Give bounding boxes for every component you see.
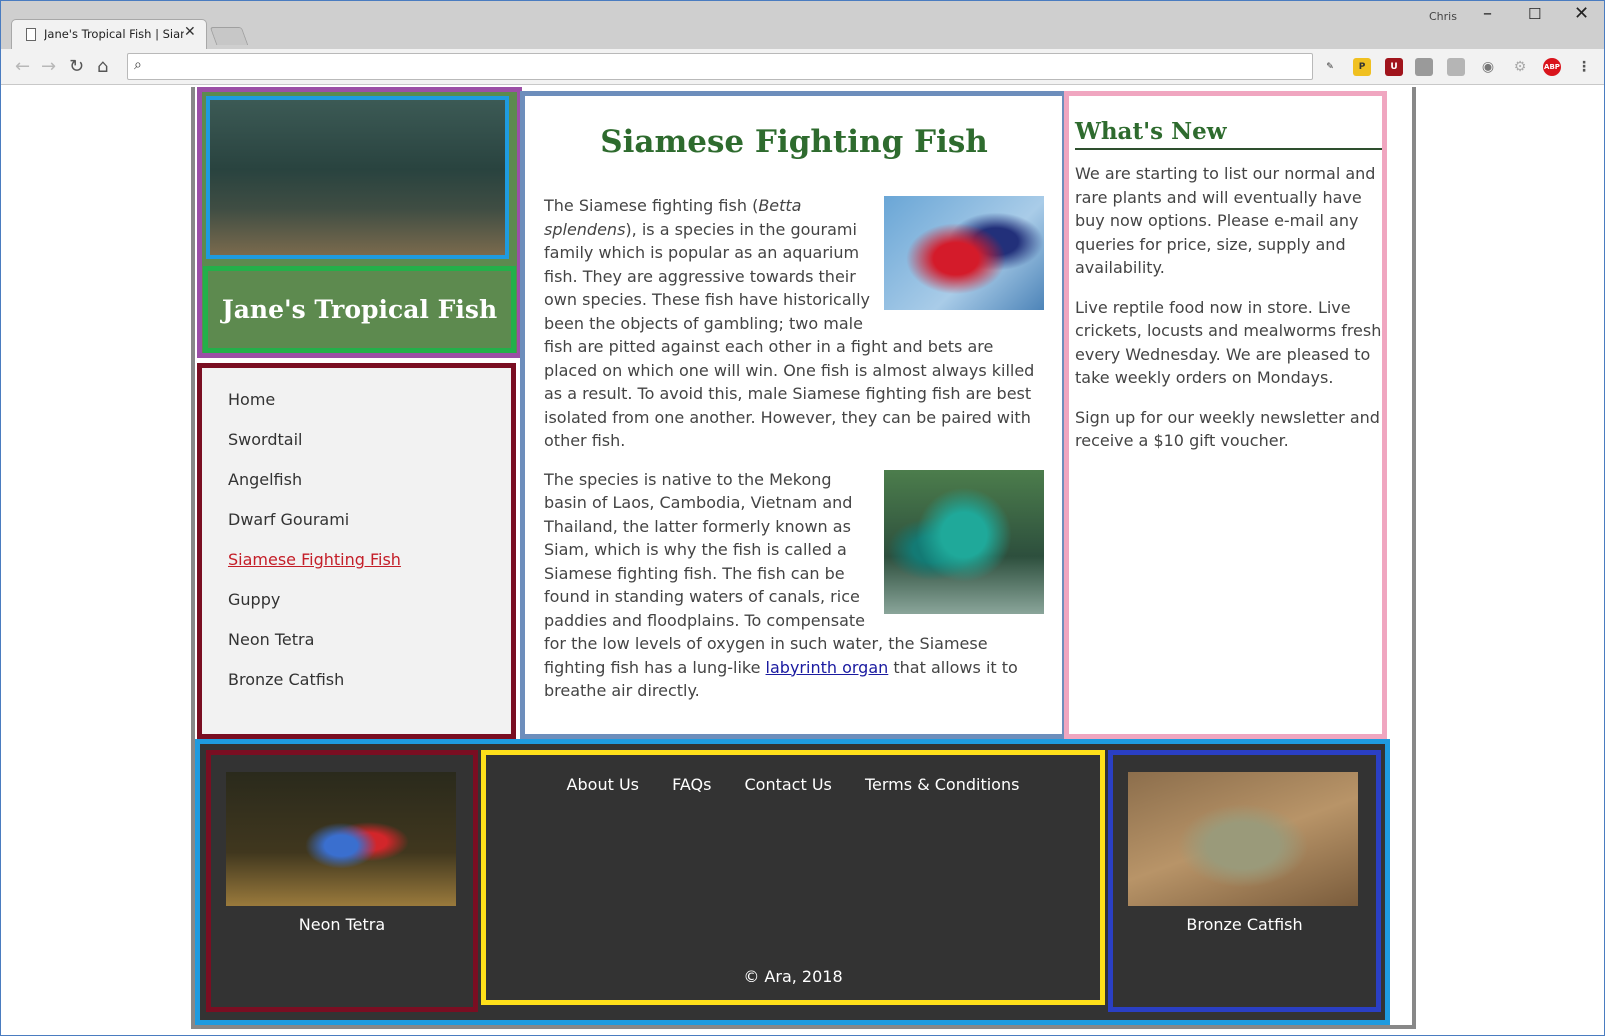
nav-item-dwarf-gourami[interactable]: Dwarf Gourami xyxy=(228,510,511,550)
page-container: Jane's Tropical Fish Home Swordtail Ange… xyxy=(191,87,1416,1029)
close-window-icon[interactable]: ✕ xyxy=(1574,3,1589,24)
nav-item-bronze-catfish[interactable]: Bronze Catfish xyxy=(228,670,511,710)
footer-links-panel: About Us FAQs Contact Us Terms & Conditi… xyxy=(481,750,1105,1005)
back-icon[interactable]: ← xyxy=(15,56,30,77)
neon-tetra-image[interactable] xyxy=(226,772,456,906)
aquarium-hero-image xyxy=(206,96,509,259)
page-icon xyxy=(26,28,36,41)
extension-icon[interactable] xyxy=(1415,58,1433,76)
nav-item-home[interactable]: Home xyxy=(228,390,511,430)
footer-links: About Us FAQs Contact Us Terms & Conditi… xyxy=(486,775,1100,794)
ublock-icon[interactable]: U xyxy=(1385,58,1403,76)
menu-icon[interactable]: ⋮ xyxy=(1575,58,1593,76)
address-bar[interactable]: ⌕ xyxy=(127,53,1313,80)
site-title: Jane's Tropical Fish xyxy=(221,295,498,324)
eyedropper-icon[interactable]: ✎ xyxy=(1321,58,1339,76)
footer-featured-right: Bronze Catfish xyxy=(1108,750,1381,1012)
browser-tab[interactable]: Jane's Tropical Fish | Siamese Fighting … xyxy=(11,19,207,49)
browser-titlebar: Jane's Tropical Fish | Siamese Fighting … xyxy=(1,1,1604,49)
bronze-catfish-caption: Bronze Catfish xyxy=(1186,915,1303,934)
forward-icon[interactable]: → xyxy=(41,56,56,77)
teal-betta-image xyxy=(884,469,1044,614)
about-us-link[interactable]: About Us xyxy=(567,775,639,794)
tab-title: Jane's Tropical Fish | Siamese Fighting … xyxy=(44,27,184,41)
bronze-catfish-image[interactable] xyxy=(1128,772,1358,906)
paragraph-text: The Siamese fighting fish ( xyxy=(544,196,759,215)
news-item: Sign up for our weekly newsletter and re… xyxy=(1075,407,1380,451)
article-paragraph-2: The species is native to the Mekong basi… xyxy=(544,468,1044,703)
terms-link[interactable]: Terms & Conditions xyxy=(865,775,1019,794)
gear-icon[interactable]: ⚙ xyxy=(1511,58,1529,76)
contact-us-link[interactable]: Contact Us xyxy=(745,775,832,794)
side-navigation: Home Swordtail Angelfish Dwarf Gourami S… xyxy=(197,363,516,739)
news-item: Live reptile food now in store. Live cri… xyxy=(1075,297,1382,388)
footer-featured-left: Neon Tetra xyxy=(206,750,478,1012)
adblock-icon[interactable]: ABP xyxy=(1543,58,1561,76)
nav-item-guppy[interactable]: Guppy xyxy=(228,590,511,630)
neon-tetra-caption: Neon Tetra xyxy=(298,915,386,934)
brand-title-box: Jane's Tropical Fish xyxy=(203,266,516,353)
copyright: © Ara, 2018 xyxy=(743,967,843,986)
browser-toolbar: ← → ↻ ⌂ ⌕ ✎ P U ◉ ⚙ ABP ⋮ xyxy=(1,49,1604,85)
nav-item-swordtail[interactable]: Swordtail xyxy=(228,430,511,470)
nav-item-neon-tetra[interactable]: Neon Tetra xyxy=(228,630,511,670)
whats-new-panel: What's New We are starting to list our n… xyxy=(1064,91,1387,739)
close-tab-icon[interactable]: ✕ xyxy=(184,24,196,40)
article-paragraph-1: The Siamese fighting fish (Betta splende… xyxy=(544,194,1044,453)
site-footer: Neon Tetra About Us FAQs Contact Us Term… xyxy=(195,739,1390,1025)
maximize-icon[interactable]: ☐ xyxy=(1528,5,1541,23)
new-tab-button[interactable] xyxy=(209,27,249,45)
red-betta-image xyxy=(884,196,1044,310)
extension-icon[interactable]: P xyxy=(1353,58,1371,76)
main-article: Siamese Fighting Fish The Siamese fighti… xyxy=(520,91,1067,739)
reload-icon[interactable]: ↻ xyxy=(69,56,84,77)
home-icon[interactable]: ⌂ xyxy=(97,56,108,77)
page-title: Siamese Fighting Fish xyxy=(600,124,988,160)
labyrinth-organ-link[interactable]: labyrinth organ xyxy=(766,658,889,677)
camera-icon[interactable]: ◉ xyxy=(1479,58,1497,76)
profile-name[interactable]: Chris xyxy=(1429,10,1457,23)
nav-item-siamese-fighting-fish[interactable]: Siamese Fighting Fish xyxy=(228,550,511,590)
news-item: We are starting to list our normal and r… xyxy=(1075,164,1376,277)
whats-new-title: What's New xyxy=(1075,118,1382,150)
minimize-icon[interactable]: – xyxy=(1483,3,1492,24)
brand-header: Jane's Tropical Fish xyxy=(197,87,522,358)
nav-item-angelfish[interactable]: Angelfish xyxy=(228,470,511,510)
extension-icon[interactable] xyxy=(1447,58,1465,76)
faqs-link[interactable]: FAQs xyxy=(672,775,711,794)
search-icon: ⌕ xyxy=(134,57,142,73)
